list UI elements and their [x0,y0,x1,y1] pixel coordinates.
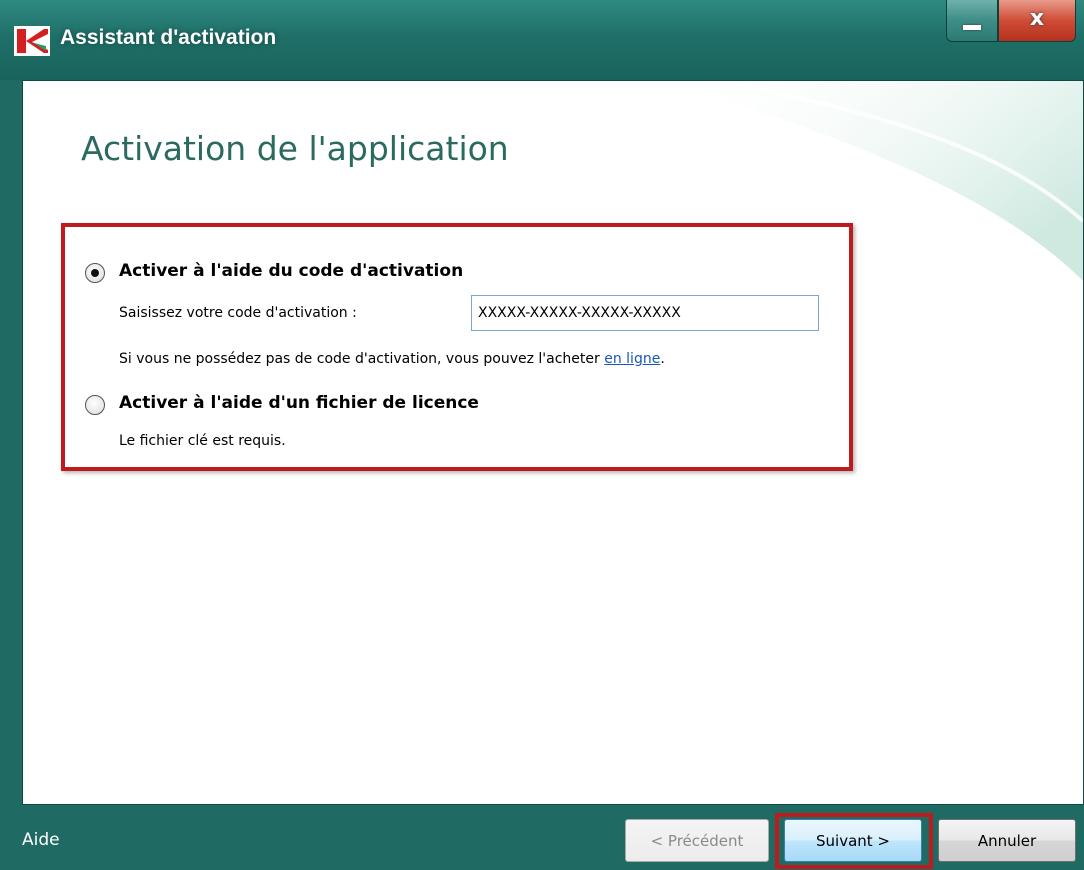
radio-activation-code[interactable] [85,263,105,283]
purchase-info-prefix: Si vous ne possédez pas de code d'activa… [119,351,605,367]
radio-selected-dot [91,269,99,277]
next-button[interactable]: Suivant > [784,819,922,862]
minimize-icon [963,25,981,30]
content-pane: Activation de l'application Activer à l'… [22,80,1084,805]
radio-license-file[interactable] [85,395,105,415]
help-link[interactable]: Aide [22,830,60,850]
app-logo-icon [14,26,50,56]
license-file-description: Le fichier clé est requis. [119,433,286,449]
close-icon: x [1029,6,1045,31]
activation-options-highlight: Activer à l'aide du code d'activation Sa… [61,223,853,471]
footer-bar: Aide < Précédent Suivant > Annuler [0,805,1084,870]
purchase-info-text: Si vous ne possédez pas de code d'activa… [119,351,665,367]
minimize-button[interactable] [946,0,998,42]
purchase-info-suffix: . [660,351,665,367]
activation-wizard-window: Assistant d'activation x Activation de l… [0,0,1084,870]
title-bar[interactable]: Assistant d'activation x [0,0,1084,80]
code-input-label: Saisissez votre code d'activation : [119,305,357,321]
buy-online-link[interactable]: en ligne [604,351,660,367]
option-code-label[interactable]: Activer à l'aide du code d'activation [119,261,463,281]
close-button[interactable]: x [998,0,1076,42]
option-file-label[interactable]: Activer à l'aide d'un fichier de licence [119,393,479,413]
page-title: Activation de l'application [81,129,509,168]
cancel-button[interactable]: Annuler [938,819,1076,862]
activation-code-input[interactable] [471,295,819,331]
window-title: Assistant d'activation [60,26,277,49]
previous-button[interactable]: < Précédent [625,819,769,862]
